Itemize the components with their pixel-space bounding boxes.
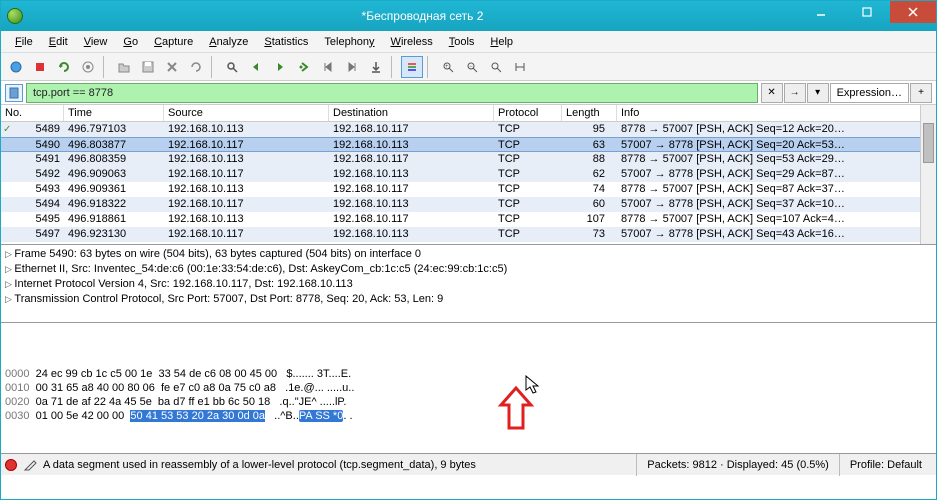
window-buttons [798,1,936,23]
status-message: A data segment used in reassembly of a l… [43,459,476,471]
menu-tools[interactable]: Tools [441,34,483,50]
stop-capture-icon[interactable] [29,56,51,78]
col-header-protocol[interactable]: Protocol [494,105,562,121]
menu-go[interactable]: Go [115,34,146,50]
go-first-icon[interactable] [317,56,339,78]
status-packets: Packets: 9812 · Displayed: 45 (0.5%) [636,454,839,476]
menu-view[interactable]: View [76,34,116,50]
cursor-icon [525,375,543,395]
display-filter-input[interactable] [26,83,758,103]
toolbar-separator [427,56,433,78]
menu-statistics[interactable]: Statistics [256,34,316,50]
close-file-icon[interactable] [161,56,183,78]
col-header-no[interactable]: No. [1,105,64,121]
packet-row[interactable]: 5492496.909063192.168.10.117192.168.10.1… [1,167,936,182]
hex-line[interactable]: 0000 24 ec 99 cb 1c c5 00 1e 33 54 de c6… [5,367,932,381]
reload-icon[interactable] [185,56,207,78]
packet-row[interactable]: 5495496.918861192.168.10.113192.168.10.1… [1,212,936,227]
packet-row[interactable]: 5491496.808359192.168.10.113192.168.10.1… [1,152,936,167]
zoom-out-icon[interactable]: − [461,56,483,78]
hex-line[interactable]: 0010 00 31 65 a8 40 00 80 06 fe e7 c0 a8… [5,381,932,395]
minimize-button[interactable] [798,1,844,23]
hex-line[interactable]: 0030 01 00 5e 42 00 00 50 41 53 53 20 2a… [5,409,932,423]
svg-text:+: + [445,64,449,70]
start-capture-icon[interactable] [5,56,27,78]
detail-line[interactable]: Transmission Control Protocol, Src Port:… [5,292,932,307]
packet-row[interactable]: 5497496.923130192.168.10.117192.168.10.1… [1,227,936,242]
col-header-length[interactable]: Length [562,105,617,121]
status-bar: A data segment used in reassembly of a l… [1,453,936,475]
col-header-time[interactable]: Time [64,105,164,121]
detail-line[interactable]: Frame 5490: 63 bytes on wire (504 bits),… [5,247,932,262]
menu-capture[interactable]: Capture [146,34,201,50]
clear-filter-icon[interactable]: ✕ [761,83,783,103]
toolbar: + − [1,53,936,81]
menu-telephony[interactable]: Telephony [316,34,382,50]
zoom-reset-icon[interactable] [485,56,507,78]
maximize-button[interactable] [844,1,890,23]
recent-filters-icon[interactable]: ▾ [807,83,829,103]
packet-list[interactable]: No. Time Source Destination Protocol Len… [1,105,936,245]
filter-bar: ✕ → ▾ Expression… + [1,81,936,105]
menu-wireless[interactable]: Wireless [383,34,441,50]
edit-icon[interactable] [23,458,37,472]
window-title: *Беспроводная сеть 2 [29,9,816,23]
packet-row[interactable]: ✓5489496.797103192.168.10.113192.168.10.… [1,122,936,137]
resize-columns-icon[interactable] [509,56,531,78]
app-icon [7,8,23,24]
restart-capture-icon[interactable] [53,56,75,78]
hex-pane[interactable]: 0000 24 ec 99 cb 1c c5 00 1e 33 54 de c6… [1,323,936,453]
close-button[interactable] [890,1,936,23]
col-header-destination[interactable]: Destination [329,105,494,121]
go-to-packet-icon[interactable] [293,56,315,78]
go-last-icon[interactable] [341,56,363,78]
scrollbar[interactable] [920,105,936,244]
zoom-in-icon[interactable]: + [437,56,459,78]
bookmark-filter-icon[interactable] [5,84,23,102]
expert-info-icon[interactable] [5,459,17,471]
menu-file[interactable]: File [7,34,41,50]
save-file-icon[interactable] [137,56,159,78]
toolbar-separator [211,56,217,78]
apply-filter-icon[interactable]: → [784,83,806,103]
packet-row[interactable]: 5494496.918322192.168.10.117192.168.10.1… [1,197,936,212]
auto-scroll-icon[interactable] [365,56,387,78]
packet-list-header: No. Time Source Destination Protocol Len… [1,105,936,122]
menu-analyze[interactable]: Analyze [201,34,256,50]
go-forward-icon[interactable] [269,56,291,78]
toolbar-separator [391,56,397,78]
open-file-icon[interactable] [113,56,135,78]
filter-buttons: ✕ → ▾ Expression… + [761,83,932,103]
go-back-icon[interactable] [245,56,267,78]
col-header-info[interactable]: Info [617,105,936,121]
find-icon[interactable] [221,56,243,78]
packet-details[interactable]: Frame 5490: 63 bytes on wire (504 bits),… [1,245,936,323]
detail-line[interactable]: Ethernet II, Src: Inventec_54:de:c6 (00:… [5,262,932,277]
menu-edit[interactable]: Edit [41,34,76,50]
packet-row[interactable]: 5493496.909361192.168.10.113192.168.10.1… [1,182,936,197]
hex-line[interactable]: 0020 0a 71 de af 22 4a 45 5e ba d7 ff e1… [5,395,932,409]
capture-options-icon[interactable] [77,56,99,78]
packet-row[interactable]: 5490496.803877192.168.10.117192.168.10.1… [1,137,936,152]
col-header-source[interactable]: Source [164,105,329,121]
svg-text:−: − [469,64,473,70]
menu-help[interactable]: Help [482,34,521,50]
title-bar: *Беспроводная сеть 2 [1,1,936,31]
colorize-icon[interactable] [401,56,423,78]
detail-line[interactable]: Internet Protocol Version 4, Src: 192.16… [5,277,932,292]
status-profile[interactable]: Profile: Default [839,454,932,476]
menu-bar: File Edit View Go Capture Analyze Statis… [1,31,936,53]
expression-button[interactable]: Expression… [830,83,909,103]
toolbar-separator [103,56,109,78]
add-filter-button[interactable]: + [910,83,932,103]
